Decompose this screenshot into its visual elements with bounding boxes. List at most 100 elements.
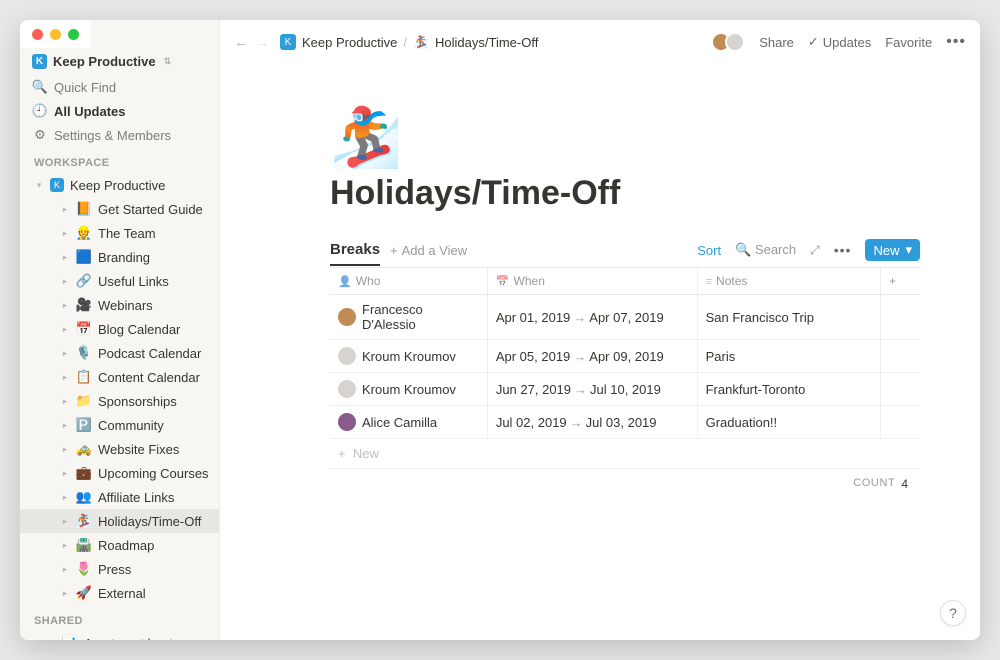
sidebar-item-page[interactable]: ▸🚕Website Fixes	[20, 437, 219, 461]
window-close-button[interactable]	[32, 29, 43, 40]
table-row[interactable]: Francesco D'AlessioApr 01, 2019→Apr 07, …	[330, 295, 920, 340]
all-updates-label: All Updates	[54, 104, 126, 119]
page-emoji-icon: 💼	[76, 465, 92, 481]
sidebar-item-page[interactable]: ▸📙Get Started Guide	[20, 197, 219, 221]
sidebar-item-workspace-root[interactable]: ▾ K Keep Productive	[20, 173, 219, 197]
chevron-right-icon[interactable]: ▸	[60, 588, 70, 598]
database-table: 👤Who 📅When ≡Notes + Francesco D'AlessioA…	[330, 268, 920, 469]
presence-avatars[interactable]	[711, 32, 745, 52]
chevron-right-icon[interactable]: ▸	[60, 396, 70, 406]
page-emoji-icon: 🅿️	[76, 417, 92, 433]
new-row-button[interactable]: New ▾	[865, 239, 920, 261]
main-content: ← → K Keep Productive / 🏂 Holidays/Time-…	[220, 20, 980, 640]
expand-button[interactable]: ⤢	[810, 243, 820, 258]
settings-button[interactable]: ⚙ Settings & Members	[20, 123, 219, 147]
cell-when: Jul 02, 2019→Jul 03, 2019	[487, 406, 697, 439]
workspace-switcher[interactable]: K Keep Productive ⇅	[20, 48, 219, 75]
table-row[interactable]: Kroum KroumovApr 05, 2019→Apr 09, 2019Pa…	[330, 340, 920, 373]
table-row[interactable]: Kroum KroumovJun 27, 2019→Jul 10, 2019Fr…	[330, 373, 920, 406]
page-title[interactable]: Holidays/Time-Off	[330, 174, 920, 213]
sidebar-item-shared[interactable]: ▸📊Apartment hunt	[20, 631, 219, 640]
window-zoom-button[interactable]	[68, 29, 79, 40]
cell-when: Jun 27, 2019→Jul 10, 2019	[487, 373, 697, 406]
breadcrumb-page[interactable]: Holidays/Time-Off	[435, 35, 538, 50]
add-column-button[interactable]: +	[881, 268, 920, 295]
chevron-right-icon[interactable]: ▸	[60, 540, 70, 550]
table-row[interactable]: Alice CamillaJul 02, 2019→Jul 03, 2019Gr…	[330, 406, 920, 439]
sidebar-item-label: Branding	[98, 250, 150, 265]
chevron-right-icon[interactable]: ▸	[60, 228, 70, 238]
sort-button[interactable]: Sort	[697, 243, 721, 258]
quick-find-label: Quick Find	[54, 80, 116, 95]
chevron-right-icon[interactable]: ▸	[60, 468, 70, 478]
page-emoji-icon: 🚕	[76, 441, 92, 457]
quick-find-button[interactable]: 🔍 Quick Find	[20, 75, 219, 99]
sidebar-item-page[interactable]: ▸🏂Holidays/Time-Off	[20, 509, 219, 533]
breadcrumb-workspace-icon: K	[280, 34, 296, 50]
count-label: COUNT	[853, 477, 895, 491]
nav-forward-button[interactable]: →	[255, 34, 270, 51]
nav-back-button[interactable]: ←	[234, 34, 249, 51]
help-button[interactable]: ?	[940, 600, 966, 626]
page-emoji-icon: 👥	[76, 489, 92, 505]
cell-when: Apr 05, 2019→Apr 09, 2019	[487, 340, 697, 373]
chevron-right-icon[interactable]: ▸	[60, 420, 70, 430]
add-view-button[interactable]: + Add a View	[390, 243, 467, 258]
all-updates-button[interactable]: 🕘 All Updates	[20, 99, 219, 123]
chevron-right-icon[interactable]: ▸	[60, 348, 70, 358]
favorite-button[interactable]: Favorite	[885, 35, 932, 50]
column-header-when[interactable]: 📅When	[487, 268, 697, 295]
chevron-right-icon[interactable]: ▸	[60, 444, 70, 454]
search-label: Search	[755, 242, 796, 257]
sidebar-item-label: Content Calendar	[98, 370, 200, 385]
sidebar-item-label: Holidays/Time-Off	[98, 514, 201, 529]
sidebar-item-page[interactable]: ▸🚀External	[20, 581, 219, 605]
check-icon: ✓	[808, 34, 819, 50]
chevron-right-icon[interactable]: ▸	[60, 252, 70, 262]
more-menu-button[interactable]: •••	[946, 33, 966, 51]
sidebar-item-label: External	[98, 586, 146, 601]
chevron-right-icon[interactable]: ▸	[60, 300, 70, 310]
sidebar-item-page[interactable]: ▸📋Content Calendar	[20, 365, 219, 389]
chevron-right-icon[interactable]: ▸	[60, 204, 70, 214]
chevron-right-icon[interactable]: ▸	[60, 324, 70, 334]
sidebar-item-page[interactable]: ▸📁Sponsorships	[20, 389, 219, 413]
database-header: Breaks + Add a View Sort 🔍 Search ⤢	[330, 239, 920, 268]
person-icon: 👤	[338, 276, 352, 288]
updates-label: Updates	[823, 35, 871, 50]
sidebar-item-page[interactable]: ▸👷The Team	[20, 221, 219, 245]
chevron-right-icon[interactable]: ▸	[60, 564, 70, 574]
breadcrumb-workspace[interactable]: Keep Productive	[302, 35, 397, 50]
chevron-right-icon[interactable]: ▸	[60, 492, 70, 502]
updates-button[interactable]: ✓ Updates	[808, 34, 871, 50]
sidebar: K Keep Productive ⇅ 🔍 Quick Find 🕘 All U…	[20, 20, 220, 640]
window-minimize-button[interactable]	[50, 29, 61, 40]
database-view-tab[interactable]: Breaks	[330, 241, 380, 266]
page-emoji[interactable]: 🏂	[330, 104, 920, 168]
sidebar-item-page[interactable]: ▸🅿️Community	[20, 413, 219, 437]
database-more-button[interactable]: •••	[834, 242, 852, 258]
search-button[interactable]: 🔍 Search	[735, 242, 796, 258]
sidebar-item-page[interactable]: ▸👥Affiliate Links	[20, 485, 219, 509]
search-icon: 🔍	[32, 79, 48, 95]
sidebar-item-page[interactable]: ▸🎙️Podcast Calendar	[20, 341, 219, 365]
sidebar-item-page[interactable]: ▸🟦Branding	[20, 245, 219, 269]
chevron-right-icon[interactable]: ▸	[60, 276, 70, 286]
column-header-who[interactable]: 👤Who	[330, 268, 487, 295]
sidebar-item-page[interactable]: ▸🌷Press	[20, 557, 219, 581]
share-button[interactable]: Share	[759, 35, 794, 50]
sidebar-item-page[interactable]: ▸💼Upcoming Courses	[20, 461, 219, 485]
sidebar-item-page[interactable]: ▸📅Blog Calendar	[20, 317, 219, 341]
sidebar-item-label: Roadmap	[98, 538, 154, 553]
sidebar-item-page[interactable]: ▸🎥Webinars	[20, 293, 219, 317]
chevron-right-icon[interactable]: ▸	[46, 638, 56, 640]
new-row-inline[interactable]: + New	[330, 439, 920, 469]
chevron-right-icon[interactable]: ▸	[60, 372, 70, 382]
column-header-notes[interactable]: ≡Notes	[697, 268, 881, 295]
sidebar-item-page[interactable]: ▸🔗Useful Links	[20, 269, 219, 293]
chevron-right-icon[interactable]: ▸	[60, 516, 70, 526]
chevron-updown-icon: ⇅	[164, 56, 172, 67]
page-emoji-icon: 🔗	[76, 273, 92, 289]
chevron-down-icon[interactable]: ▾	[34, 180, 44, 190]
sidebar-item-page[interactable]: ▸🛣️Roadmap	[20, 533, 219, 557]
